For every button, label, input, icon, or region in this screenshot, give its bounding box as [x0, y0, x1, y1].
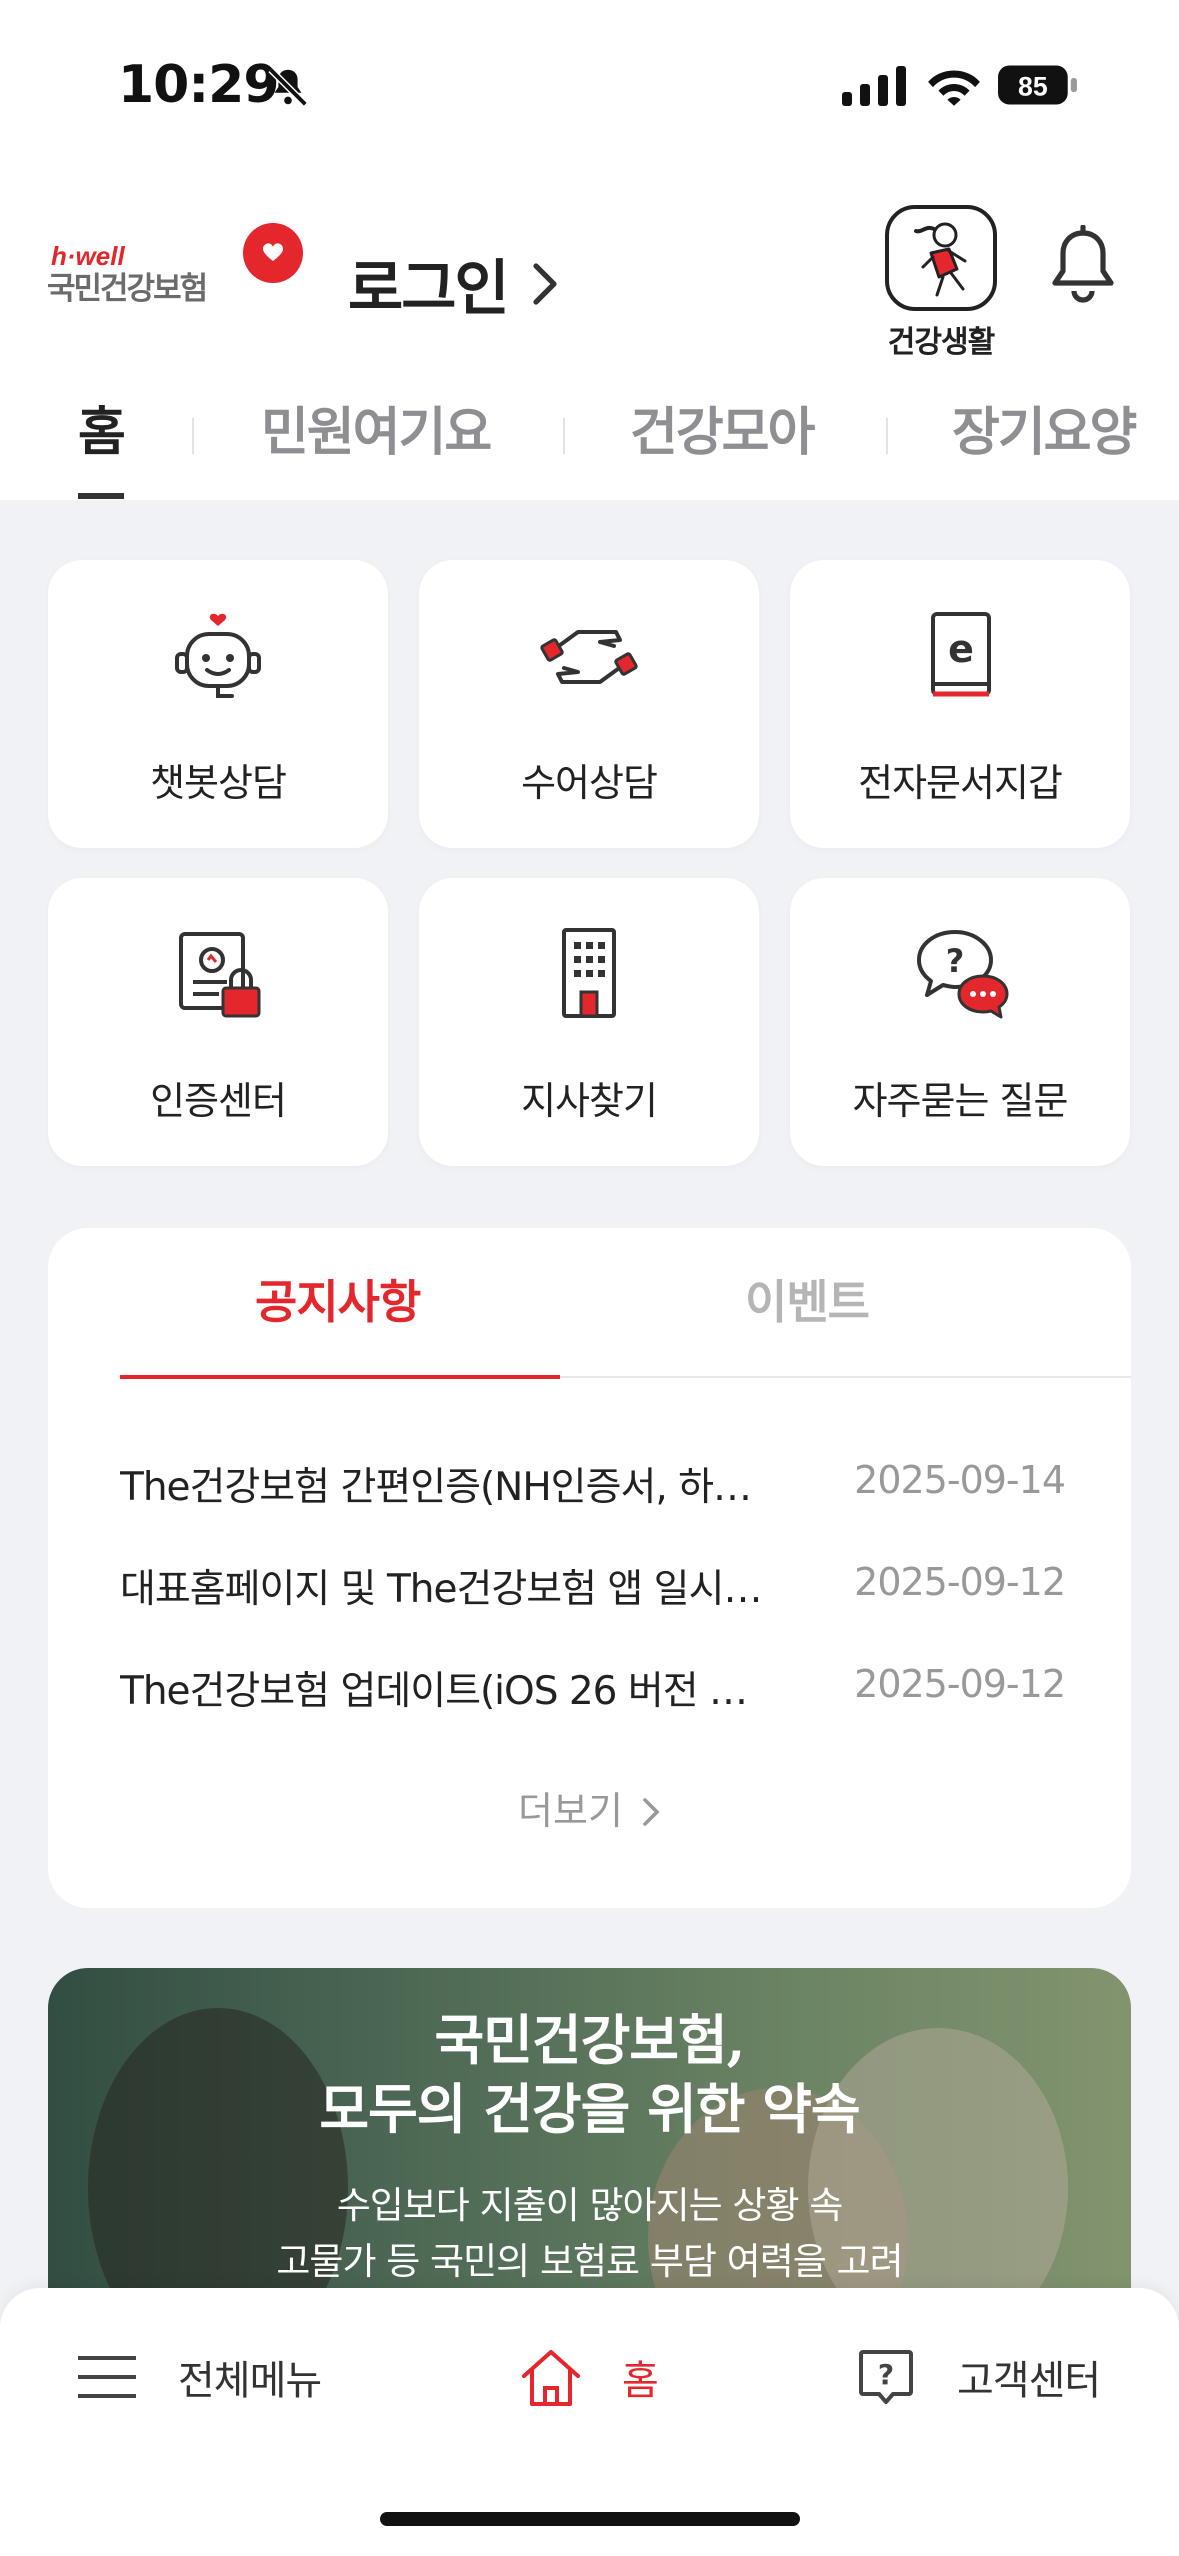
svg-text:?: ? [878, 2358, 894, 2391]
nav-label: 고객센터 [957, 2358, 1101, 2404]
status-bar: 10:29 85 [0, 0, 1179, 170]
tab-long-term-care[interactable]: 장기요양 [952, 390, 1137, 465]
nav-label: 홈 [622, 2358, 659, 2404]
nav-label: 전체메뉴 [178, 2358, 322, 2404]
banner-subtext-line: 고물가 등 국민의 보험료 부담 여력을 고려 [276, 2239, 903, 2283]
notice-title: 대표홈페이지 및 The건강보험 앱 일시… [120, 1567, 762, 1612]
quick-menu-e-document-wallet[interactable]: e 전자문서지갑 [790, 560, 1130, 848]
nhis-logo: h·well 국민건강보험 [47, 223, 303, 307]
more-link[interactable]: 더보기 [48, 1780, 1131, 1835]
main-tabs: 홈 민원여기요 건강모아 장기요양 [0, 370, 1179, 500]
quick-menu-sign-language[interactable]: 수어상담 [419, 560, 759, 848]
banner-headline-line: 국민건강보험, [434, 2008, 746, 2072]
quick-menu-branch-finder[interactable]: 지사찾기 [419, 878, 759, 1166]
certificate-lock-icon [179, 932, 261, 1018]
status-time: 10:29 [118, 55, 280, 115]
tab-divider [563, 418, 565, 454]
banner-subtext-line: 수입보다 지출이 많아지는 상황 속 [336, 2184, 844, 2227]
svg-text:85: 85 [1018, 71, 1048, 101]
notice-date: 2025-09-14 [854, 1458, 1066, 1502]
building-icon [562, 928, 616, 1018]
quick-menu-label: 자주묻는 질문 [852, 1079, 1069, 1123]
tab-divider [886, 418, 888, 454]
notice-title: The건강보험 업데이트(iOS 26 버전 … [120, 1669, 748, 1714]
bell-muted-icon [268, 67, 308, 107]
sign-language-icon [540, 630, 638, 684]
banner-subtext: 수입보다 지출이 많아지는 상황 속 고물가 등 국민의 보험료 부담 여력을 … [48, 2178, 1131, 2289]
health-life-label: 건강생활 [887, 325, 995, 360]
login-label: 로그인 [348, 254, 510, 324]
notice-board: 공지사항 이벤트 The건강보험 간편인증(NH인증서, 하… 2025-09-… [48, 1228, 1131, 1908]
svg-text:h·well: h·well [51, 241, 125, 271]
quick-menu-label: 챗봇상담 [150, 761, 287, 805]
svg-text:e: e [948, 627, 974, 671]
more-label: 더보기 [518, 1789, 623, 1833]
cellular-signal-icon [842, 66, 906, 106]
health-life-button[interactable]: 건강생활 [880, 205, 1002, 361]
nav-customer-center[interactable]: ? 고객센터 [855, 2346, 1101, 2408]
chatbot-icon [175, 613, 261, 698]
notice-row[interactable]: 대표홈페이지 및 The건강보험 앱 일시… 2025-09-12 [120, 1558, 1066, 1618]
home-icon [522, 2350, 580, 2406]
tab-health-moa[interactable]: 건강모아 [630, 390, 815, 465]
notice-date: 2025-09-12 [854, 1560, 1066, 1604]
tab-civil-service[interactable]: 민원여기요 [261, 390, 492, 465]
home-indicator[interactable] [380, 2512, 800, 2526]
promo-banner[interactable]: 국민건강보험, 모두의 건강을 위한 약속 수입보다 지출이 많아지는 상황 속… [48, 1968, 1131, 2298]
app-header: h·well 국민건강보험 로그인 건강생활 홈 민원여기요 건강모아 장기요양 [0, 170, 1179, 500]
quick-menu-label: 수어상담 [521, 761, 658, 805]
chevron-right-icon [533, 262, 557, 305]
quick-menu-faq[interactable]: ? 자주묻는 질문 [790, 878, 1130, 1166]
tab-active-indicator [78, 493, 124, 499]
notice-row[interactable]: The건강보험 간편인증(NH인증서, 하… 2025-09-14 [120, 1456, 1066, 1516]
tab-notices[interactable]: 공지사항 [255, 1266, 421, 1332]
chevron-right-icon [643, 1798, 660, 1826]
help-question-icon: ? [859, 2350, 913, 2404]
quick-menu-label: 인증센터 [150, 1079, 287, 1123]
health-life-tile [885, 205, 997, 311]
tab-events[interactable]: 이벤트 [745, 1266, 870, 1332]
tab-home[interactable]: 홈 [78, 390, 126, 465]
faq-bubbles-icon: ? [917, 930, 1009, 1019]
hamburger-menu-icon [78, 2356, 136, 2398]
quick-menu-label: 전자문서지갑 [858, 761, 1063, 805]
svg-text:?: ? [946, 942, 965, 980]
e-document-icon: e [931, 612, 991, 697]
nav-full-menu[interactable]: 전체메뉴 [76, 2346, 322, 2408]
wifi-icon [928, 70, 980, 106]
tab-active-indicator [120, 1375, 560, 1379]
notification-bell-icon[interactable] [1048, 225, 1118, 305]
notice-date: 2025-09-12 [854, 1662, 1066, 1706]
running-woman-icon [914, 222, 967, 297]
notice-row[interactable]: The건강보험 업데이트(iOS 26 버전 … 2025-09-12 [120, 1660, 1066, 1720]
tab-divider [192, 418, 194, 454]
notice-title: The건강보험 간편인증(NH인증서, 하… [120, 1465, 752, 1510]
login-link[interactable]: 로그인 [348, 240, 560, 327]
battery-icon: 85 [998, 65, 1077, 105]
quick-menu-certification-center[interactable]: 인증센터 [48, 878, 388, 1166]
banner-headline-line: 모두의 건강을 위한 약속 [319, 2077, 860, 2142]
banner-headline: 국민건강보험, 모두의 건강을 위한 약속 [48, 2006, 1131, 2144]
quick-menu-label: 지사찾기 [521, 1079, 658, 1123]
nav-home[interactable]: 홈 [520, 2346, 659, 2408]
quick-menu-chatbot[interactable]: 챗봇상담 [48, 560, 388, 848]
svg-text:국민건강보험: 국민건강보험 [47, 271, 206, 307]
